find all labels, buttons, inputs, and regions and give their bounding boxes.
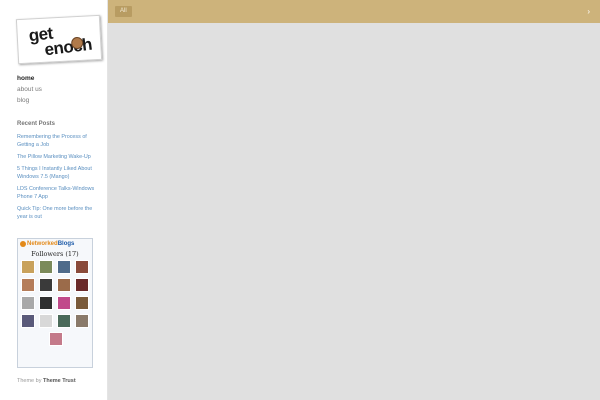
follower-avatar[interactable]	[57, 314, 71, 328]
site-logo[interactable]: get enoch	[15, 14, 103, 65]
networked-blogs-brand-suffix: Blogs	[57, 241, 75, 247]
recent-posts-list: Remembering the Process of Getting a Job…	[17, 133, 101, 225]
follower-avatar[interactable]	[57, 278, 71, 292]
chevron-right-icon[interactable]: ›	[587, 6, 590, 17]
recent-post-link[interactable]: LDS Conference Talks-Windows Phone 7 App	[17, 185, 101, 201]
logo-line2: enoch	[43, 34, 93, 60]
follower-avatar[interactable]	[75, 278, 89, 292]
follower-avatar[interactable]	[57, 296, 71, 310]
networked-blogs-logo-icon	[20, 241, 26, 247]
recent-post-link[interactable]: The Pillow Marketing Wake-Up	[17, 153, 101, 161]
networked-blogs-brand: NetworkedBlogs	[27, 240, 74, 248]
footer-credit: Theme by Theme Trust	[17, 378, 76, 384]
follower-avatar[interactable]	[39, 296, 53, 310]
filter-all-button[interactable]: All	[115, 6, 132, 17]
recent-post-link[interactable]: Remembering the Process of Getting a Job	[17, 133, 101, 149]
nav-item-blog[interactable]: blog	[17, 95, 42, 106]
recent-posts-title: Recent Posts	[17, 121, 56, 127]
follower-avatar[interactable]	[21, 260, 35, 274]
follower-avatar[interactable]	[57, 260, 71, 274]
footer-prefix: Theme by	[17, 378, 43, 384]
follower-avatar[interactable]	[75, 314, 89, 328]
recent-post-link[interactable]: 5 Things I Instantly Liked About Windows…	[17, 165, 101, 181]
follower-avatar[interactable]	[21, 314, 35, 328]
logo-card: get enoch	[15, 14, 103, 65]
networked-blogs-widget[interactable]: NetworkedBlogs Followers (17)	[17, 238, 93, 368]
follower-avatar[interactable]	[21, 278, 35, 292]
follower-avatar[interactable]	[21, 296, 35, 310]
networked-blogs-header: NetworkedBlogs	[18, 239, 92, 249]
recent-post-link[interactable]: Quick Tip: One more before the year is o…	[17, 205, 101, 221]
follower-avatar[interactable]	[75, 296, 89, 310]
followers-count: Followers (17)	[31, 250, 79, 258]
filter-bar: All ›	[108, 0, 600, 23]
follower-avatar[interactable]	[49, 332, 63, 346]
footer-author-link[interactable]: Theme Trust	[43, 378, 76, 384]
main-content: All ›	[108, 0, 600, 400]
nav-item-about-us[interactable]: about us	[17, 84, 42, 95]
sidebar: get enoch home about us blog Recent Post…	[0, 0, 108, 400]
follower-avatar[interactable]	[39, 314, 53, 328]
follower-avatar[interactable]	[39, 278, 53, 292]
nav-item-home[interactable]: home	[17, 73, 42, 84]
networked-blogs-brand-prefix: Networked	[27, 241, 58, 247]
main-nav: home about us blog	[17, 73, 42, 106]
follower-avatar[interactable]	[75, 260, 89, 274]
follower-avatar[interactable]	[39, 260, 53, 274]
